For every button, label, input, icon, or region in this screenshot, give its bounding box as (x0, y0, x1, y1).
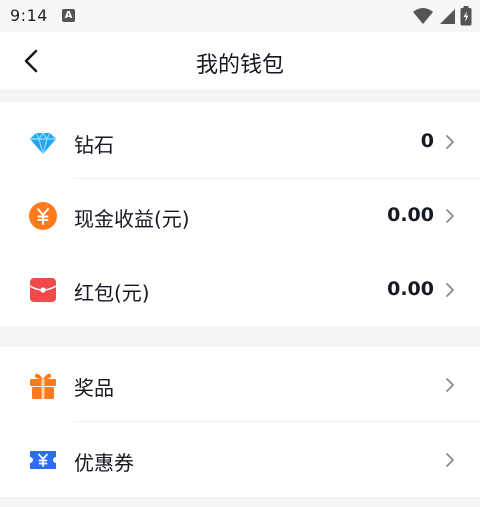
list-item-diamonds[interactable]: 钻石 0 (0, 105, 480, 179)
gift-icon (30, 373, 56, 399)
list-item-coupons[interactable]: 优惠券 (0, 423, 480, 497)
chevron-right-icon (446, 283, 454, 297)
page-title: 我的钱包 (195, 53, 284, 78)
coupon-icon (30, 451, 56, 469)
header-divider (0, 90, 480, 91)
chevron-right-icon (446, 453, 454, 467)
list-item-label: 优惠券 (74, 451, 134, 475)
status-icons (412, 6, 472, 26)
rewards-card: 奖品 优惠券 (0, 347, 480, 497)
status-time: 9:14 (10, 6, 48, 25)
wallet-assets-card: 钻石 0 现金收益(元) 0.00 红包(元) 0.00 (0, 102, 480, 326)
yuan-coin-icon (29, 202, 57, 230)
list-item-label: 现金收益(元) (74, 207, 190, 231)
signal-icon (440, 9, 455, 24)
list-item-prizes[interactable]: 奖品 (0, 348, 480, 422)
list-item-red-envelope[interactable]: 红包(元) 0.00 (0, 253, 480, 327)
list-item-value: 0.00 (387, 278, 434, 300)
wifi-icon (413, 8, 433, 24)
list-item-label: 钻石 (74, 133, 114, 157)
list-item-label: 红包(元) (74, 281, 150, 305)
list-item-value: 0.00 (387, 204, 434, 226)
status-bar: 9:14 A (0, 0, 480, 32)
chevron-right-icon (446, 378, 454, 392)
red-envelope-icon (29, 278, 57, 302)
diamond-icon (30, 131, 56, 155)
chevron-right-icon (446, 209, 454, 223)
chevron-right-icon (446, 135, 454, 149)
list-item-label: 奖品 (74, 376, 114, 400)
notification-icon: A (62, 9, 75, 22)
list-item-value: 0 (420, 130, 434, 152)
battery-icon (460, 6, 472, 26)
app-header: 我的钱包 (0, 32, 480, 90)
row-divider (74, 421, 480, 422)
list-item-cash-earnings[interactable]: 现金收益(元) 0.00 (0, 179, 480, 253)
